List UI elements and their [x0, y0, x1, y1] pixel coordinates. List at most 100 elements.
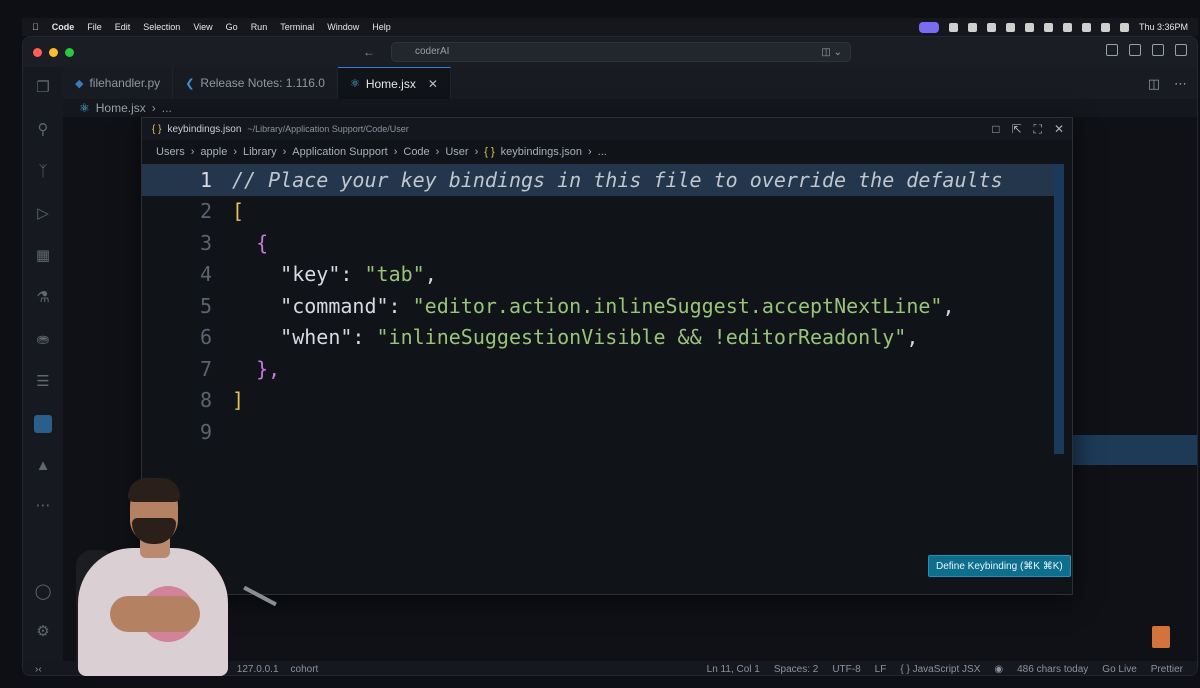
status-language[interactable]: { } JavaScript JSX: [900, 664, 980, 675]
close-panel-icon[interactable]: ✕: [1054, 122, 1064, 137]
settings-gear-icon[interactable]: ⚙: [34, 623, 52, 641]
battery-icon[interactable]: [1062, 22, 1072, 32]
code-line[interactable]: 6 "when": "inlineSuggestionVisible && !e…: [142, 322, 1062, 354]
status-workspace[interactable]: cohort: [291, 664, 319, 675]
breadcrumb-user[interactable]: User: [445, 146, 468, 158]
breadcrumb-separator-icon: ›: [474, 146, 479, 158]
breadcrumb-code[interactable]: Code: [403, 146, 429, 158]
breadcrumb-more[interactable]: ...: [162, 101, 172, 115]
breadcrumb-separator-icon: ›: [435, 146, 440, 158]
status-localhost[interactable]: 127.0.0.1: [237, 664, 279, 675]
breadcrumb-more[interactable]: ...: [598, 146, 607, 158]
more-actions-icon[interactable]: ⋯: [1174, 76, 1187, 92]
extensions-icon[interactable]: ▦: [34, 247, 52, 265]
toggle-sidebar-icon[interactable]: [1129, 44, 1141, 56]
status-prettier[interactable]: Prettier: [1151, 664, 1183, 675]
reveal-icon[interactable]: ⇱: [1011, 122, 1021, 137]
panel-scrollbar[interactable]: [1054, 164, 1064, 454]
breadcrumb-apple[interactable]: apple: [200, 146, 227, 158]
screen-record-icon[interactable]: [918, 21, 939, 33]
tab-release-notes[interactable]: ❮ Release Notes: 1.116.0: [173, 67, 338, 99]
close-tab-icon[interactable]: ✕: [428, 77, 438, 91]
menu-view[interactable]: View: [193, 22, 212, 32]
status-chars-today[interactable]: 486 chars today: [1017, 664, 1088, 675]
code-line[interactable]: 8 ]: [142, 385, 1062, 417]
breadcrumb-users[interactable]: Users: [156, 146, 185, 158]
breadcrumb-file[interactable]: keybindings.json: [501, 146, 582, 158]
maximize-icon[interactable]: ⛶: [1034, 122, 1042, 137]
layers-icon[interactable]: ☰: [34, 373, 52, 391]
status-go-live[interactable]: Go Live: [1102, 664, 1136, 675]
remote-icon[interactable]: ›‹: [35, 664, 42, 675]
split-editor-icon[interactable]: ◫: [1148, 76, 1160, 92]
tab-filehandler[interactable]: ◆ filehandler.py: [63, 67, 174, 99]
tab-home-jsx[interactable]: ⚛ Home.jsx ✕: [337, 67, 451, 99]
menu-edit[interactable]: Edit: [115, 22, 131, 32]
presenter-hair: [128, 478, 180, 502]
menu-run[interactable]: Run: [251, 22, 268, 32]
database-icon[interactable]: ⛂: [34, 331, 52, 349]
menu-terminal[interactable]: Terminal: [280, 22, 314, 32]
menu-help[interactable]: Help: [372, 22, 391, 32]
zoom-window-button[interactable]: [65, 47, 74, 57]
code-line[interactable]: 7 },: [142, 353, 1062, 385]
apple-icon[interactable]: : [32, 22, 39, 32]
explorer-icon[interactable]: ❐: [34, 79, 52, 97]
breadcrumb-app-support[interactable]: Application Support: [292, 146, 387, 158]
code-line[interactable]: 3 {: [142, 227, 1062, 259]
copilot-status-icon[interactable]: ◉: [994, 664, 1003, 675]
breadcrumb-library[interactable]: Library: [243, 146, 277, 158]
extension-panel-icon[interactable]: [34, 415, 52, 433]
testing-icon[interactable]: ⚗: [34, 289, 52, 307]
deploy-icon[interactable]: ▲: [34, 457, 52, 475]
back-arrow-icon[interactable]: ←: [363, 45, 375, 59]
code-line[interactable]: 9: [142, 416, 1062, 448]
account-icon[interactable]: ◯: [34, 583, 52, 601]
json-file-icon: { }: [152, 123, 162, 135]
json-string: "inlineSuggestionVisible && !editorReado…: [376, 325, 907, 350]
menu-app-name[interactable]: Code: [52, 22, 75, 32]
run-debug-icon[interactable]: ▷: [34, 205, 52, 223]
breadcrumb-file[interactable]: Home.jsx: [96, 101, 146, 115]
more-icon[interactable]: ⋯: [34, 497, 52, 515]
code-line[interactable]: 5 "command": "editor.action.inlineSugges…: [142, 290, 1062, 322]
menu-selection[interactable]: Selection: [143, 22, 180, 32]
code-open-brace: {: [256, 230, 269, 255]
menu-window[interactable]: Window: [327, 22, 359, 32]
open-file-icon[interactable]: □: [992, 122, 999, 137]
source-control-icon[interactable]: ᛉ: [34, 163, 52, 181]
code-line[interactable]: 4 "key": "tab",: [142, 259, 1062, 291]
close-window-button[interactable]: [33, 47, 42, 57]
tray-icon-3[interactable]: [986, 22, 996, 32]
tab-label: Release Notes: 1.116.0: [200, 76, 325, 90]
code-line[interactable]: 1 // Place your key bindings in this fil…: [142, 164, 1062, 196]
toggle-panel-icon[interactable]: [1152, 44, 1164, 56]
status-eol[interactable]: LF: [875, 664, 887, 675]
menu-file[interactable]: File: [87, 22, 102, 32]
wifi-icon[interactable]: [1100, 22, 1110, 32]
tray-icon-2[interactable]: [967, 22, 977, 32]
status-indentation[interactable]: Spaces: 2: [774, 664, 818, 675]
status-encoding[interactable]: UTF-8: [832, 664, 860, 675]
panel-breadcrumb: Users › apple › Library › Application Su…: [142, 140, 1072, 164]
copilot-icon[interactable]: ◫ ⌄: [821, 44, 842, 62]
code-area[interactable]: 1 // Place your key bindings in this fil…: [142, 164, 1062, 448]
code-line[interactable]: 2 [: [142, 196, 1062, 228]
tray-icon-5[interactable]: [1024, 22, 1034, 32]
search-icon[interactable]: ⚲: [34, 121, 52, 139]
tray-icon-4[interactable]: [1005, 22, 1015, 32]
tray-icon-1[interactable]: [948, 22, 958, 32]
define-keybinding-button[interactable]: Define Keybinding (⌘K ⌘K): [928, 555, 1071, 577]
command-center-search[interactable]: coderAI ◫ ⌄: [391, 42, 851, 62]
bluetooth-icon[interactable]: [1081, 22, 1091, 32]
minimize-window-button[interactable]: [49, 47, 58, 57]
minimap-highlight[interactable]: [1073, 435, 1197, 465]
status-cursor-position[interactable]: Ln 11, Col 1: [707, 664, 760, 675]
tray-icon-6[interactable]: [1043, 22, 1053, 32]
menu-go[interactable]: Go: [226, 22, 238, 32]
control-center-icon[interactable]: [1119, 22, 1129, 32]
breadcrumb-separator-icon: ›: [282, 146, 287, 158]
menubar-clock[interactable]: Thu 3:36PM: [1139, 22, 1188, 32]
layout-icon[interactable]: [1106, 44, 1118, 56]
toggle-secondary-sidebar-icon[interactable]: [1175, 44, 1187, 56]
